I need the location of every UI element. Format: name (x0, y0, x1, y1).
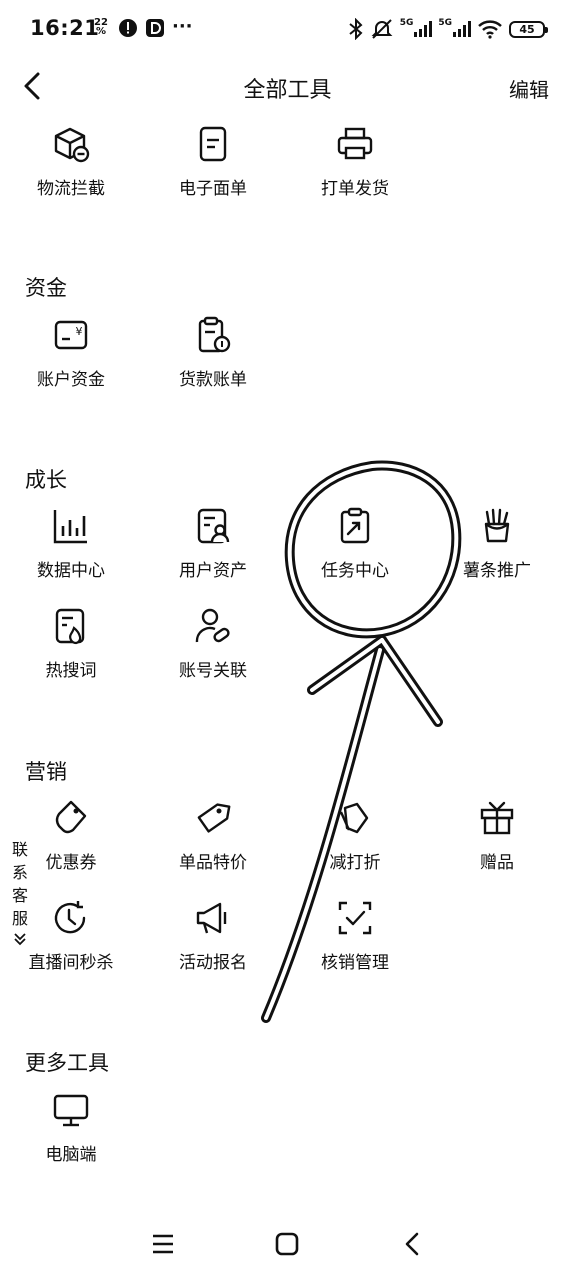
signal-icon (414, 21, 433, 37)
printer-icon (337, 127, 373, 160)
menu-icon (153, 1234, 173, 1254)
tool-label: 直播间秒杀 (28, 953, 114, 973)
contact-char: 系 (11, 863, 28, 882)
document-icon (199, 126, 227, 162)
section-title-funds: 资金 (25, 276, 67, 300)
tool-label: 薯条推广 (463, 561, 531, 581)
tool-label: 数据中心 (37, 561, 105, 581)
user-asset-icon (197, 508, 230, 544)
alert-icon (119, 19, 137, 37)
status-small-indicator: 22% (94, 17, 108, 37)
tool-label: 减打折 (329, 853, 381, 873)
tool-hot-search[interactable]: 热搜词 (0, 606, 142, 698)
tool-fries-promotion[interactable]: 薯条推广 (426, 506, 568, 598)
battery-indicator: 45 (509, 20, 548, 38)
menu-nav-button[interactable] (143, 1228, 183, 1260)
tool-label: 任务中心 (321, 561, 389, 581)
tool-label: 单品特价 (179, 853, 247, 873)
gift-icon (480, 801, 514, 835)
section-title-growth: 成长 (25, 468, 67, 492)
status-bar: 16:21 22% ··· 5G 5G 45 (0, 0, 575, 62)
home-square-icon (275, 1232, 299, 1256)
tool-account-link[interactable]: 账号关联 (142, 606, 284, 698)
app-notification-icon (146, 19, 164, 37)
wifi-icon (478, 20, 502, 39)
fries-icon (484, 508, 510, 543)
tool-label: 物流拦截 (37, 179, 105, 199)
bill-icon (198, 316, 231, 353)
tool-task-center[interactable]: 任务中心 (284, 506, 426, 598)
system-navigation-bar (0, 1214, 575, 1274)
tool-payment-bill[interactable]: 货款账单 (142, 315, 284, 407)
package-icon (54, 127, 90, 163)
more-notifications-icon: ··· (172, 16, 193, 37)
tool-item-special-price[interactable]: 单品特价 (142, 798, 284, 890)
back-arrow-icon (405, 1232, 419, 1256)
status-right-icons: 5G 5G 45 (348, 16, 548, 42)
tool-label: 电脑端 (45, 1145, 97, 1165)
signal-icon (453, 21, 471, 37)
timer-icon (54, 901, 86, 934)
tool-label: 账户资金 (37, 370, 105, 390)
page-title: 全部工具 (243, 78, 332, 103)
header: 全部工具 编辑 (0, 62, 575, 112)
verify-icon (338, 901, 372, 935)
hot-search-icon (55, 608, 85, 645)
discount-tag-icon (339, 802, 369, 834)
tool-user-assets[interactable]: 用户资产 (142, 506, 284, 598)
contact-service-tab[interactable]: 联 系 客 服 (10, 838, 30, 946)
tool-label: 核销管理 (321, 953, 389, 973)
tool-desktop[interactable]: 电脑端 (0, 1090, 142, 1182)
price-tag-icon (197, 803, 231, 833)
signal-1: 5G (400, 18, 433, 37)
tool-label: 热搜词 (45, 661, 97, 681)
section-title-more-tools: 更多工具 (25, 1051, 109, 1075)
tool-label: 赠品 (480, 853, 514, 873)
chevron-down-icon (14, 933, 26, 946)
contact-char: 联 (11, 840, 28, 859)
tool-gift[interactable]: 赠品 (426, 798, 568, 890)
svg-text:¥: ¥ (76, 325, 83, 338)
task-trend-icon (340, 507, 370, 544)
tool-label: 用户资产 (179, 561, 247, 581)
wallet-icon: ¥ (54, 320, 88, 350)
bluetooth-icon (349, 18, 363, 40)
tool-logistics-intercept[interactable]: 物流拦截 (0, 124, 142, 216)
tool-label: 货款账单 (179, 370, 247, 390)
account-link-icon (195, 608, 230, 643)
status-time: 16:21 (30, 16, 100, 40)
tool-label: 账号关联 (179, 661, 247, 681)
mute-icon (371, 19, 393, 39)
tool-event-signup[interactable]: 活动报名 (142, 898, 284, 990)
contact-char: 服 (11, 909, 28, 928)
tool-discount[interactable]: 减打折 (284, 798, 426, 890)
tool-electronic-waybill[interactable]: 电子面单 (142, 124, 284, 216)
signal-2: 5G (438, 18, 471, 37)
edit-button[interactable]: 编辑 (509, 74, 549, 103)
bar-chart-icon (53, 510, 87, 544)
home-nav-button[interactable] (267, 1228, 307, 1260)
section-title-marketing: 营销 (25, 760, 67, 784)
monitor-icon (53, 1094, 89, 1127)
back-nav-button[interactable] (392, 1228, 432, 1260)
contact-char: 客 (11, 886, 28, 905)
tool-data-center[interactable]: 数据中心 (0, 506, 142, 598)
coupon-icon (55, 800, 87, 834)
tool-label: 活动报名 (179, 953, 247, 973)
megaphone-icon (196, 902, 227, 934)
tool-label: 打单发货 (321, 179, 389, 199)
tool-verification-management[interactable]: 核销管理 (284, 898, 426, 990)
tool-account-funds[interactable]: ¥ 账户资金 (0, 315, 142, 407)
tool-print-ship[interactable]: 打单发货 (284, 124, 426, 216)
tool-label: 电子面单 (179, 179, 247, 199)
